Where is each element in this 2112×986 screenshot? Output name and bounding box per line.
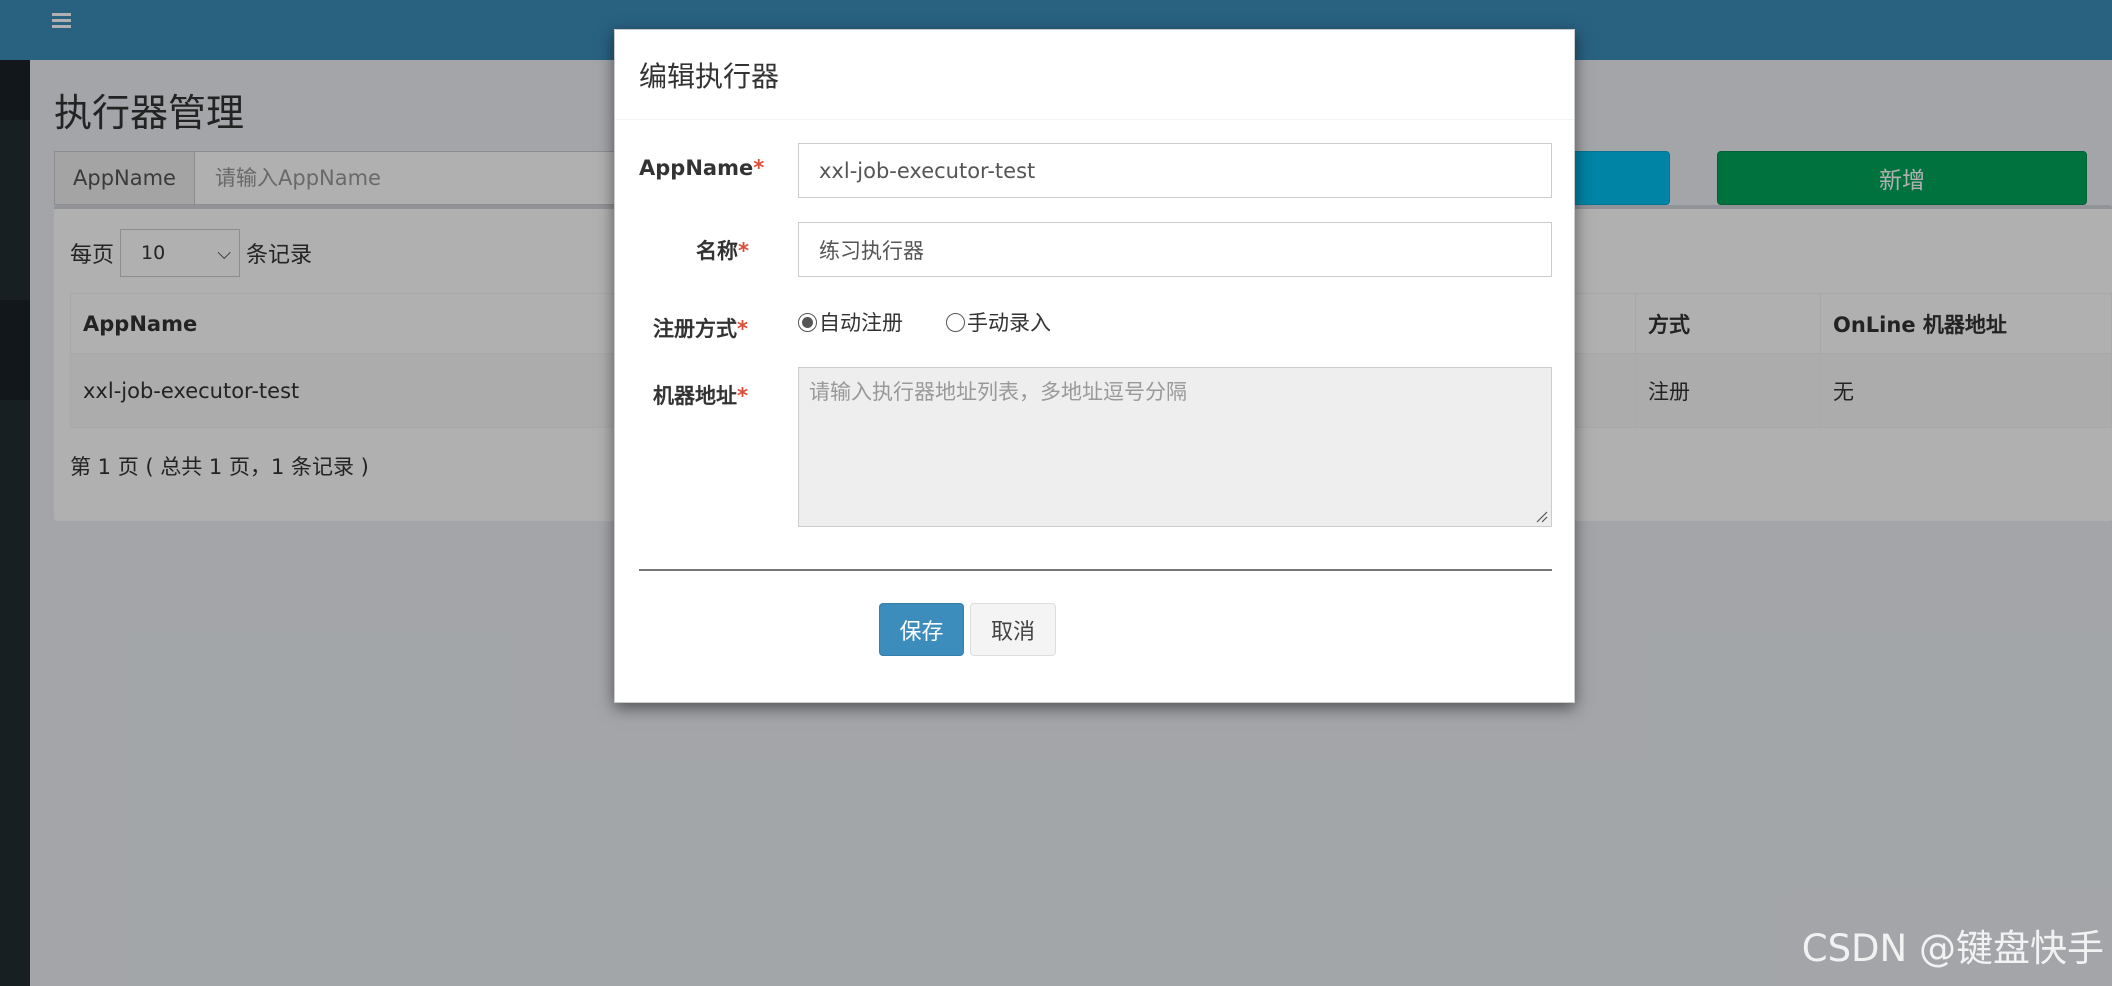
address-label-text: 机器地址 [653, 384, 737, 408]
required-mark: * [737, 317, 748, 341]
resize-handle-icon[interactable] [1536, 511, 1548, 523]
appname-input-value: xxl-job-executor-test [819, 158, 1036, 183]
required-mark: * [753, 156, 765, 180]
registration-label: 注册方式* [653, 313, 748, 343]
dialog-header: 编辑执行器 [615, 30, 1574, 120]
required-mark: * [737, 384, 748, 408]
required-mark: * [738, 239, 749, 263]
radio-unchecked-icon [946, 312, 965, 332]
radio-checked-icon [798, 312, 817, 332]
name-input[interactable]: 练习执行器 [798, 222, 1552, 277]
name-input-value: 练习执行器 [819, 238, 924, 263]
edit-executor-dialog: 编辑执行器 AppName* xxl-job-executor-test 名称*… [614, 29, 1575, 703]
dialog-divider [639, 569, 1552, 571]
appname-label-text: AppName [639, 156, 754, 180]
watermark: CSDN @键盘快手 [1801, 927, 2104, 970]
name-label: 名称* [696, 235, 749, 265]
name-label-text: 名称 [696, 239, 738, 263]
appname-input[interactable]: xxl-job-executor-test [798, 143, 1552, 198]
address-placeholder: 请输入执行器地址列表，多地址逗号分隔 [809, 380, 1187, 404]
radio-auto-register[interactable]: 自动注册 [798, 307, 903, 337]
radio-auto-label: 自动注册 [819, 311, 903, 335]
radio-manual-entry[interactable]: 手动录入 [946, 307, 1051, 337]
address-label: 机器地址* [653, 380, 748, 410]
radio-manual-label: 手动录入 [967, 311, 1051, 335]
appname-label: AppName* [639, 156, 764, 180]
registration-label-text: 注册方式 [653, 317, 737, 341]
save-button[interactable]: 保存 [879, 603, 964, 656]
cancel-button[interactable]: 取消 [970, 603, 1056, 656]
dialog-title: 编辑执行器 [639, 59, 780, 93]
address-textarea[interactable]: 请输入执行器地址列表，多地址逗号分隔 [798, 367, 1552, 527]
